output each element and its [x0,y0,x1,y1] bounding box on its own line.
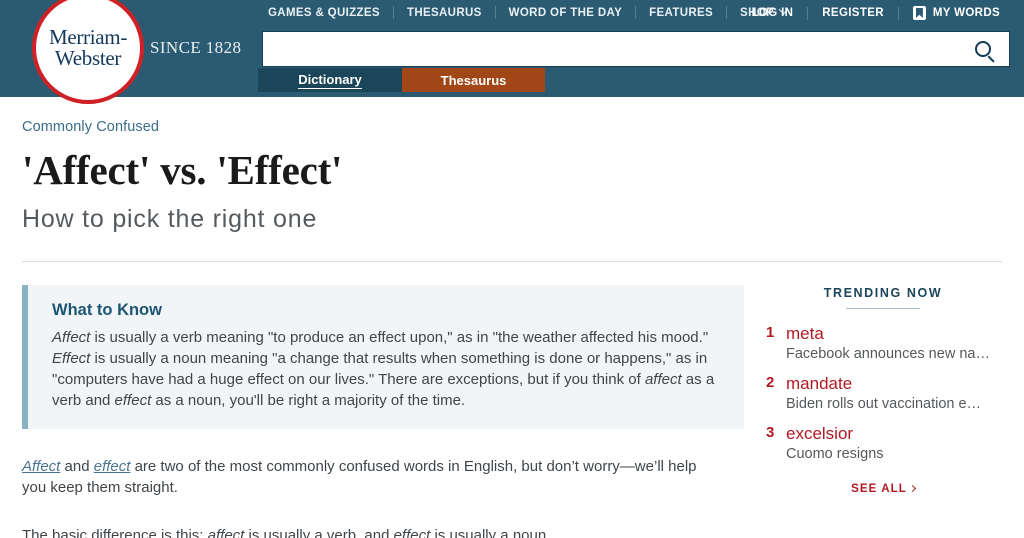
search-bar [262,31,1010,67]
wtk-term-effect: Effect [52,350,91,367]
content-columns: What to Know Affect is usually a verb me… [22,262,1002,538]
trending-content: meta Facebook announces new na… [786,323,990,365]
tab-dictionary-label: Dictionary [298,71,362,89]
bookmark-icon [912,6,926,20]
tab-dictionary[interactable]: Dictionary [258,68,402,92]
trending-rank: 2 [766,374,775,391]
chevron-right-icon [908,484,916,493]
trending-description: Facebook announces new na… [786,346,990,362]
wtk-text-4: as a noun, you'll be right a majority of… [151,392,466,409]
wtk-term-effect-2: effect [114,392,152,409]
login-link[interactable]: LOG IN [738,7,808,19]
page-content: Commonly Confused 'Affect' vs. 'Effect' … [0,119,1024,538]
merriam-webster-logo[interactable]: Merriam- Webster [32,0,144,104]
tab-thesaurus-label: Thesaurus [440,72,507,88]
para1-text-1: and [60,458,94,475]
search-input[interactable] [263,32,957,66]
logo-line-2: Webster [54,46,122,70]
wtk-term-affect: Affect [52,329,91,346]
list-item[interactable]: 3 excelsior Cuomo resigns [766,423,1000,465]
tab-thesaurus[interactable]: Thesaurus [402,68,545,92]
nav-item-games-quizzes[interactable]: GAMES & QUIZZES [255,7,393,19]
wtk-text-1: is usually a verb meaning "to produce an… [90,329,709,346]
my-words-label: MY WORDS [932,7,1000,19]
trending-word[interactable]: meta [786,323,990,344]
account-nav: LOG IN REGISTER MY WORDS [738,6,1014,20]
search-button[interactable] [957,32,1009,66]
list-item[interactable]: 2 mandate Biden rolls out vaccination e… [766,373,1000,415]
trending-sidebar: TRENDING NOW 1 meta Facebook announces n… [742,262,1000,538]
register-link[interactable]: REGISTER [808,7,898,19]
my-words-link[interactable]: MY WORDS [899,6,1014,20]
trending-rank: 3 [766,424,775,441]
wtk-term-affect-2: affect [644,371,682,388]
trending-word[interactable]: mandate [786,373,981,394]
para2-text-1: The basic difference is this: [22,527,208,538]
trending-list: 1 meta Facebook announces new na… 2 mand… [766,323,1000,465]
trending-description: Cuomo resigns [786,446,884,462]
site-header: Merriam- Webster SINCE 1828 GAMES & QUIZ… [0,0,1024,104]
trending-rule [846,308,920,309]
primary-nav: GAMES & QUIZZES THESAURUS WORD OF THE DA… [255,4,800,19]
list-item[interactable]: 1 meta Facebook announces new na… [766,323,1000,365]
para2-term-affect: affect [207,527,245,538]
what-to-know-body: Affect is usually a verb meaning "to pro… [52,327,724,411]
nav-item-thesaurus[interactable]: THESAURUS [394,7,495,19]
trending-word[interactable]: excelsior [786,423,884,444]
link-affect[interactable]: Affect [22,458,60,475]
nav-item-features[interactable]: FEATURES [636,7,726,19]
para2-text-3: is usually a noun. [430,527,551,538]
page-title: 'Affect' vs. 'Effect' [22,147,343,193]
since-tagline: SINCE 1828 [150,38,242,57]
trending-rank: 1 [766,324,775,341]
link-effect[interactable]: effect [94,458,131,475]
para2-term-effect: effect [393,527,431,538]
nav-item-word-of-the-day[interactable]: WORD OF THE DAY [496,7,635,19]
article-kicker[interactable]: Commonly Confused [22,119,1002,135]
dictionary-thesaurus-tabs: Dictionary Thesaurus [258,68,545,92]
what-to-know-heading: What to Know [52,301,162,319]
article-paragraph-1: Affect and effect are two of the most co… [22,456,722,498]
trending-content: mandate Biden rolls out vaccination e… [786,373,981,415]
see-all-button[interactable]: SEE ALL [766,483,1000,495]
wtk-text-2: is usually a noun meaning "a change that… [52,350,708,388]
article-paragraph-2: The basic difference is this: affect is … [22,525,722,538]
trending-description: Biden rolls out vaccination e… [786,396,982,412]
see-all-label: SEE ALL [851,483,907,495]
page-subtitle: How to pick the right one [22,205,318,233]
trending-heading: TRENDING NOW [823,286,943,300]
trending-content: excelsior Cuomo resigns [786,423,884,465]
para2-text-2: is usually a verb, and [244,527,394,538]
what-to-know-box: What to Know Affect is usually a verb me… [22,285,744,429]
article-column: What to Know Affect is usually a verb me… [22,262,744,538]
search-icon [975,41,991,57]
logo-line-1: Merriam- [48,25,128,49]
